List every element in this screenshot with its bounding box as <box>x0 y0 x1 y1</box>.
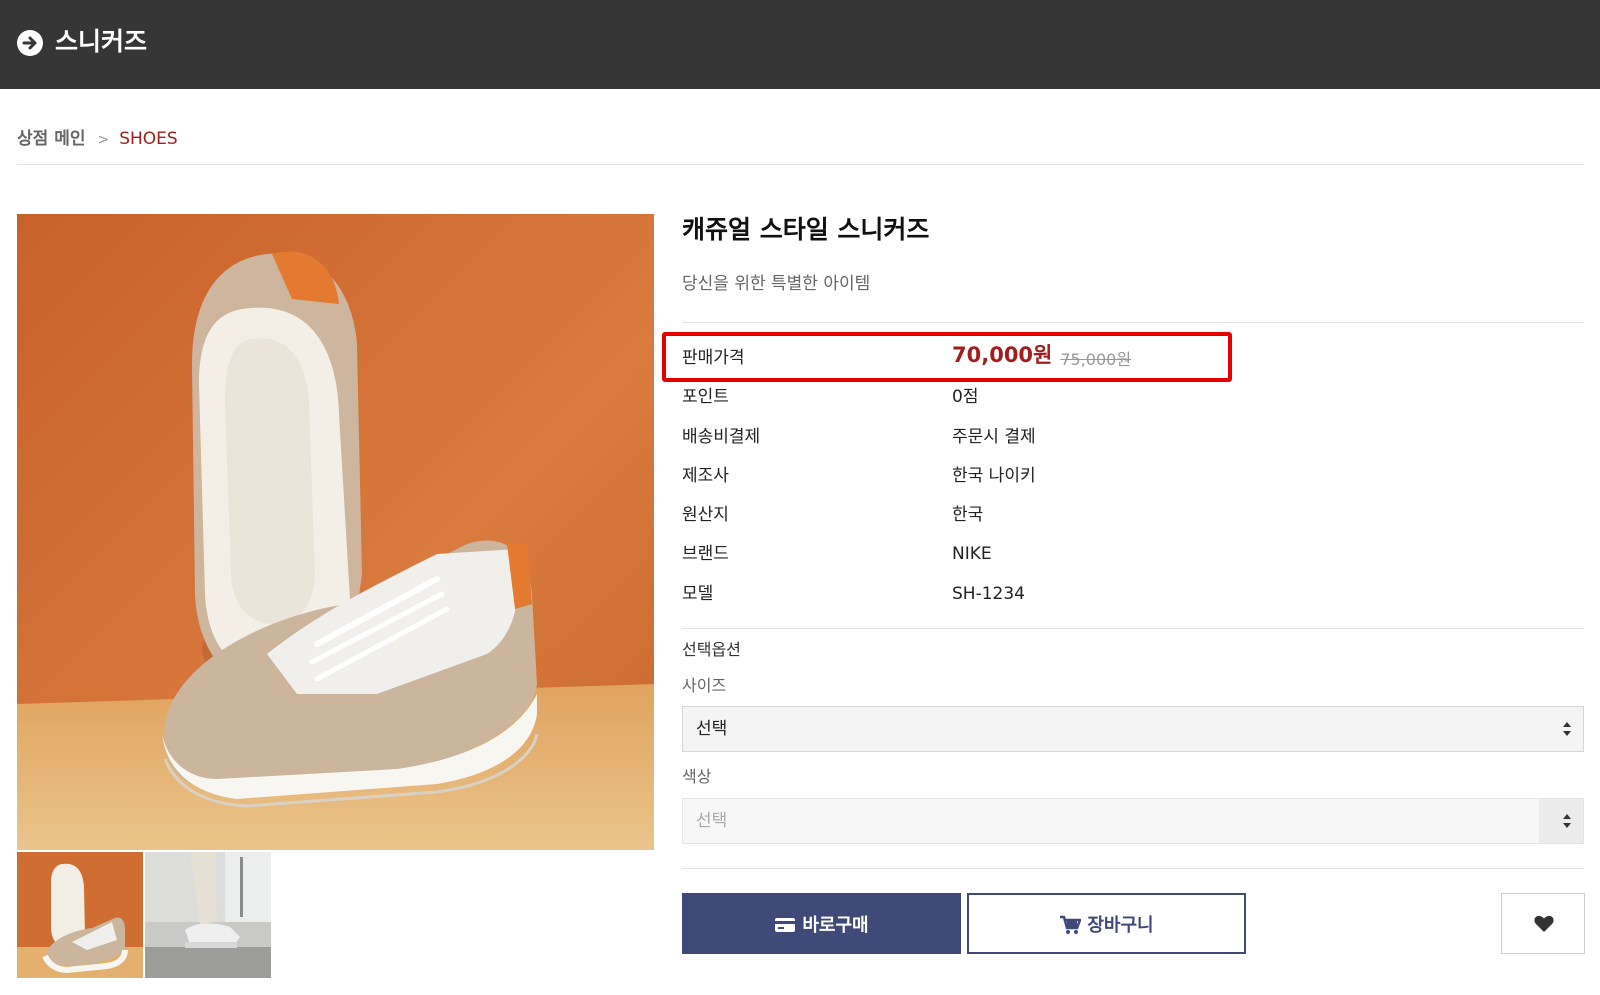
info-key: 원산지 <box>682 505 729 526</box>
product-thumbnail[interactable] <box>17 852 143 978</box>
divider <box>17 164 1584 165</box>
product-summary: 당신을 위한 특별한 아이템 <box>682 274 871 294</box>
color-label: 색상 <box>682 767 712 786</box>
breadcrumb-current[interactable]: SHOES <box>119 129 178 149</box>
add-to-cart-label: 장바구니 <box>1087 914 1154 936</box>
size-select[interactable]: 선택 <box>682 706 1584 752</box>
info-value: 0점 <box>952 387 979 408</box>
info-row-brand: 브랜드 NIKE <box>682 538 1584 577</box>
options-title: 선택옵션 <box>682 640 741 659</box>
sort-arrows-icon <box>1563 722 1571 736</box>
page-title: 스니커즈 <box>55 27 148 56</box>
info-key: 포인트 <box>682 387 729 408</box>
divider <box>682 868 1584 869</box>
info-key: 브랜드 <box>682 544 729 565</box>
product-info-table: 판매가격 70,000원 75,000원 포인트 0점 배송비결제 주문시 결제 … <box>682 342 1584 617</box>
info-value: 한국 <box>952 505 984 526</box>
divider <box>682 628 1584 629</box>
product-thumbnail[interactable] <box>145 852 271 978</box>
info-row-model: 모델 SH-1234 <box>682 578 1584 617</box>
breadcrumb: 상점 메인 > SHOES <box>17 127 178 152</box>
info-key: 배송비결제 <box>682 426 761 447</box>
info-value: 주문시 결제 <box>952 426 1036 447</box>
info-row-point: 포인트 0점 <box>682 381 1584 420</box>
size-select-value: 선택 <box>696 719 728 739</box>
info-value: 한국 나이키 <box>952 465 1036 486</box>
info-value: NIKE <box>952 544 992 565</box>
credit-card-icon <box>775 917 796 932</box>
header-bar: 스니커즈 <box>0 0 1600 89</box>
breadcrumb-separator: > <box>97 132 110 148</box>
buy-now-label: 바로구매 <box>802 914 869 936</box>
wishlist-button[interactable] <box>1501 893 1585 954</box>
product-main-image <box>17 214 654 850</box>
color-select[interactable]: 선택 <box>682 798 1584 844</box>
info-row-origin: 원산지 한국 <box>682 499 1584 538</box>
info-value: SH-1234 <box>952 583 1025 604</box>
heart-icon <box>1534 915 1554 932</box>
add-to-cart-button[interactable]: 장바구니 <box>967 893 1246 954</box>
buy-now-button[interactable]: 바로구매 <box>682 893 961 954</box>
product-name: 캐쥬얼 스타일 스니커즈 <box>682 215 930 244</box>
color-select-value: 선택 <box>696 811 728 831</box>
breadcrumb-home[interactable]: 상점 메인 <box>17 129 85 149</box>
sort-arrows-icon <box>1563 814 1571 828</box>
info-key: 모델 <box>682 583 714 604</box>
info-key: 제조사 <box>682 465 729 486</box>
arrow-right-circle-icon[interactable] <box>17 30 43 56</box>
info-row-manufacturer: 제조사 한국 나이키 <box>682 460 1584 499</box>
price-highlight-box <box>662 332 1232 382</box>
size-label: 사이즈 <box>682 676 727 695</box>
cart-icon <box>1060 915 1082 934</box>
info-row-shipping: 배송비결제 주문시 결제 <box>682 421 1584 460</box>
divider <box>682 322 1584 323</box>
